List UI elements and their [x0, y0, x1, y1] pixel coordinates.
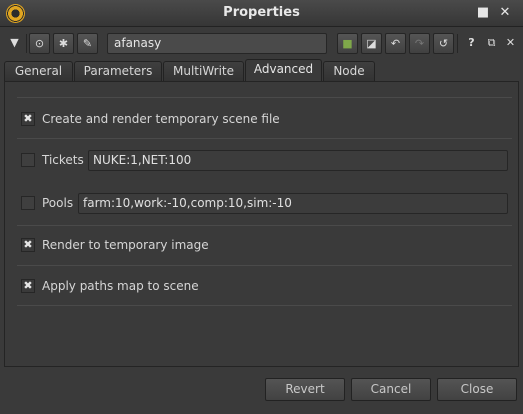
render-temp-scene-row: ✖ Create and render temporary scene file — [21, 109, 280, 129]
close-panel-icon[interactable]: ✕ — [500, 33, 521, 54]
render-temp-image-label: Render to temporary image — [42, 238, 209, 252]
collapse-icon[interactable]: ▼ — [4, 33, 25, 54]
divider — [17, 305, 512, 306]
restore-window-button[interactable]: ■ — [475, 5, 491, 21]
close-button[interactable]: Close — [437, 378, 517, 401]
window-title: Properties — [223, 5, 300, 20]
apply-paths-map-label: Apply paths map to scene — [42, 279, 199, 293]
wrench-icon[interactable]: ✎ — [77, 33, 98, 54]
toolbar-separator — [457, 34, 458, 53]
node-toolbar: ▼ ⊙ ✱ ✎ afanasy ■ ◪ ↶ ↷ ↺ ? ⧉ ✕ — [2, 30, 521, 57]
advanced-panel: ✖ Create and render temporary scene file… — [4, 81, 519, 367]
render-temp-image-checkbox[interactable]: ✖ — [21, 238, 35, 252]
pools-input[interactable]: farm:10,work:-10,comp:10,sim:-10 — [78, 193, 508, 214]
default-color-button[interactable]: ◪ — [361, 33, 382, 54]
tab-general[interactable]: General — [4, 61, 73, 81]
divider — [17, 265, 512, 266]
tab-multiwrite[interactable]: MultiWrite — [163, 61, 244, 81]
pools-row: Pools — [21, 193, 73, 213]
node-name-input[interactable]: afanasy — [107, 33, 327, 54]
redo-icon[interactable]: ↷ — [409, 33, 430, 54]
render-temp-scene-checkbox[interactable]: ✖ — [21, 112, 35, 126]
divider — [17, 138, 512, 139]
tickets-input[interactable]: NUKE:1,NET:100 — [88, 150, 508, 171]
tickets-label: Tickets — [42, 153, 84, 167]
float-panel-icon[interactable]: ⧉ — [481, 33, 502, 54]
revert-button[interactable]: Revert — [265, 378, 345, 401]
render-temp-scene-label: Create and render temporary scene file — [42, 112, 280, 126]
revert-knobs-icon[interactable]: ↺ — [433, 33, 454, 54]
tab-advanced[interactable]: Advanced — [245, 59, 322, 81]
divider — [17, 225, 512, 226]
tab-parameters[interactable]: Parameters — [74, 61, 162, 81]
apply-paths-map-row: ✖ Apply paths map to scene — [21, 276, 199, 296]
title-bar[interactable]: Properties ■ ✕ — [0, 0, 523, 27]
bug-icon[interactable]: ✱ — [53, 33, 74, 54]
cancel-button[interactable]: Cancel — [351, 378, 431, 401]
center-node-icon[interactable]: ⊙ — [29, 33, 50, 54]
tab-bar: General Parameters MultiWrite Advanced N… — [4, 59, 519, 81]
divider — [17, 97, 512, 98]
pools-checkbox[interactable] — [21, 196, 35, 210]
undo-icon[interactable]: ↶ — [385, 33, 406, 54]
tickets-checkbox[interactable] — [21, 153, 35, 167]
close-window-button[interactable]: ✕ — [497, 5, 513, 21]
node-color-button[interactable]: ■ — [337, 33, 358, 54]
tickets-row: Tickets — [21, 150, 84, 170]
toolbar-separator — [26, 34, 27, 53]
tab-node[interactable]: Node — [323, 61, 375, 81]
apply-paths-map-checkbox[interactable]: ✖ — [21, 279, 35, 293]
render-temp-image-row: ✖ Render to temporary image — [21, 235, 209, 255]
help-icon[interactable]: ? — [461, 33, 482, 54]
pools-label: Pools — [42, 196, 74, 210]
